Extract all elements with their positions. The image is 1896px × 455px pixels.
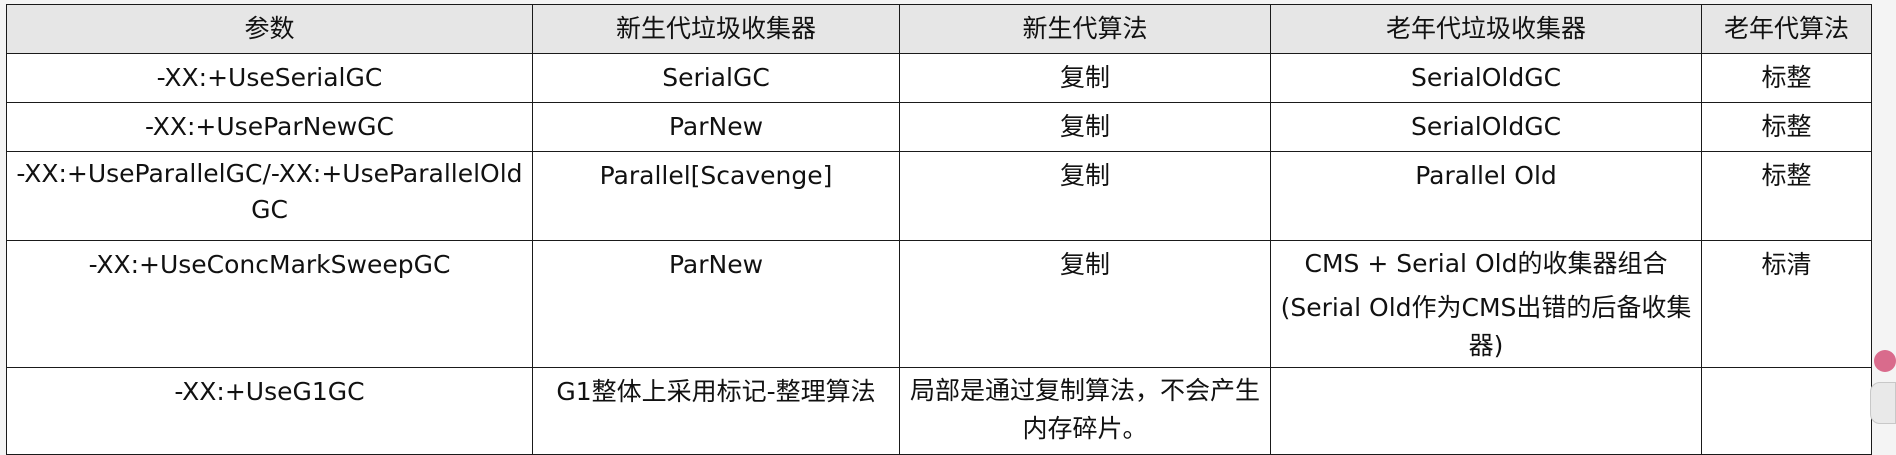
- table-row: -XX:+UseConcMarkSweepGC ParNew 复制 CMS + …: [6, 240, 1872, 368]
- header-old-gc: 老年代垃圾收集器: [1270, 4, 1702, 54]
- side-toolbar: [1870, 290, 1896, 444]
- header-young-gc: 新生代垃圾收集器: [532, 4, 900, 54]
- old-gc-note: (Serial Old作为CMS出错的后备收集器): [1280, 293, 1692, 360]
- header-young-algo: 新生代算法: [899, 4, 1271, 54]
- young-gc-cell: ParNew: [532, 240, 900, 368]
- young-gc-cell: Parallel[Scavenge]: [532, 151, 900, 241]
- old-gc-cell: SerialOldGC: [1270, 102, 1702, 152]
- young-gc-cell: SerialGC: [532, 53, 900, 103]
- table-row: -XX:+UseParNewGC ParNew 复制 SerialOldGC 标…: [6, 102, 1872, 152]
- header-old-algo: 老年代算法: [1701, 4, 1872, 54]
- old-algo-cell: 标清: [1701, 240, 1872, 368]
- old-gc-combo: CMS + Serial Old的收集器组合: [1304, 249, 1668, 278]
- table-row: -XX:+UseG1GC G1整体上采用标记-整理算法 局部是通过复制算法，不会…: [6, 367, 1872, 455]
- table-header-row: 参数 新生代垃圾收集器 新生代算法 老年代垃圾收集器 老年代算法: [6, 4, 1872, 54]
- table-row: -XX:+UseParallelGC/-XX:+UseParallelOldGC…: [6, 151, 1872, 241]
- param-cell: -XX:+UseParallelGC/-XX:+UseParallelOldGC: [6, 151, 533, 241]
- param-cell: -XX:+UseG1GC: [6, 367, 533, 455]
- young-algo-cell: 复制: [899, 240, 1271, 368]
- young-algo-cell: 复制: [899, 151, 1271, 241]
- old-gc-cell: Parallel Old: [1270, 151, 1702, 241]
- gc-collector-table: 参数 新生代垃圾收集器 新生代算法 老年代垃圾收集器 老年代算法 -XX:+Us…: [6, 4, 1872, 455]
- badge-icon[interactable]: [1874, 350, 1896, 372]
- old-algo-cell: 标整: [1701, 53, 1872, 103]
- young-algo-cell: 复制: [899, 102, 1271, 152]
- old-algo-cell: [1701, 367, 1872, 455]
- young-algo-cell: 局部是通过复制算法，不会产生内存碎片。: [899, 367, 1271, 455]
- old-gc-cell: [1270, 367, 1702, 455]
- old-gc-cell: SerialOldGC: [1270, 53, 1702, 103]
- table-row: -XX:+UseSerialGC SerialGC 复制 SerialOldGC…: [6, 53, 1872, 103]
- collapse-tab-icon[interactable]: [1870, 382, 1896, 424]
- young-gc-cell: G1整体上采用标记-整理算法: [532, 367, 900, 455]
- header-param: 参数: [6, 4, 533, 54]
- old-gc-cell: CMS + Serial Old的收集器组合 (Serial Old作为CMS出…: [1270, 240, 1702, 368]
- old-algo-cell: 标整: [1701, 151, 1872, 241]
- young-gc-cell: ParNew: [532, 102, 900, 152]
- param-cell: -XX:+UseConcMarkSweepGC: [6, 240, 533, 368]
- param-cell: -XX:+UseSerialGC: [6, 53, 533, 103]
- old-algo-cell: 标整: [1701, 102, 1872, 152]
- param-cell: -XX:+UseParNewGC: [6, 102, 533, 152]
- young-algo-cell: 复制: [899, 53, 1271, 103]
